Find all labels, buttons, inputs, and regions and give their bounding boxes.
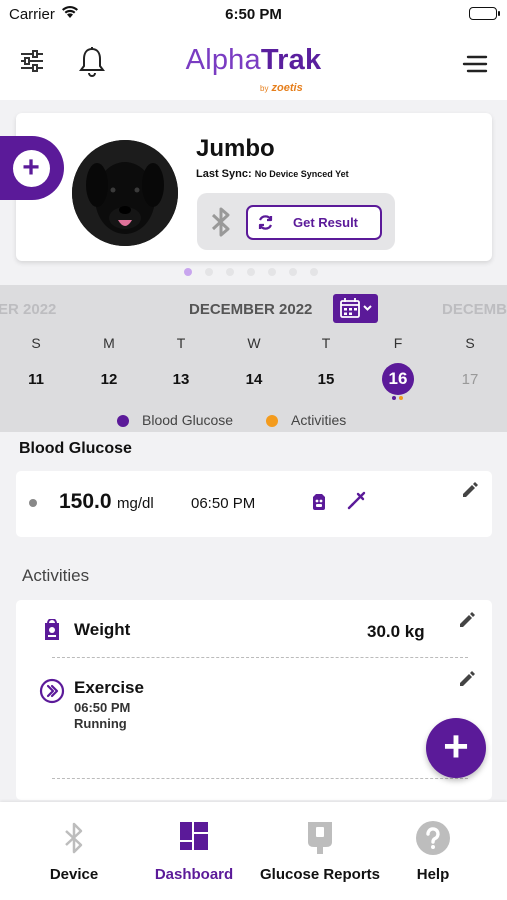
pager-dot-active[interactable] <box>184 268 192 276</box>
prev-month-label[interactable]: ER 2022 <box>0 301 56 318</box>
last-sync-value: No Device Synced Yet <box>254 169 349 179</box>
activities-heading: Activities <box>22 566 90 585</box>
glucose-value: 150.0 <box>59 490 112 513</box>
pager-dot[interactable] <box>205 268 213 276</box>
weekday-label: F <box>393 335 403 351</box>
edit-icon[interactable] <box>460 480 480 505</box>
glucose-meter-icon <box>304 820 336 861</box>
blood-glucose-heading: Blood Glucose <box>19 440 132 457</box>
menu-icon[interactable] <box>462 54 488 79</box>
brand-trak: Trak <box>260 44 322 76</box>
pet-avatar[interactable] <box>72 140 178 246</box>
exercise-type: Running <box>74 716 127 731</box>
weekday-label: W <box>247 335 261 351</box>
brand-sub: by zoetis <box>260 82 303 94</box>
calendar-day[interactable]: 13 <box>166 371 196 388</box>
calendar-day[interactable]: 12 <box>94 371 124 388</box>
bluetooth-icon <box>62 820 86 861</box>
tab-bar: Device Dashboard Glucose Reports Help <box>0 802 507 900</box>
calendar-day[interactable]: 17 <box>455 371 485 388</box>
get-result-label: Get Result <box>293 215 359 230</box>
calendar-day-selected[interactable]: 16 <box>382 363 414 395</box>
help-icon <box>415 820 451 861</box>
weekday-label: S <box>465 335 475 351</box>
add-pet-button[interactable]: + <box>0 136 64 200</box>
weekday-label: S <box>31 335 41 351</box>
pager-dot[interactable] <box>289 268 297 276</box>
plus-icon: + <box>12 149 50 187</box>
divider <box>52 778 468 779</box>
weight-value: 30.0 kg <box>367 622 425 641</box>
weight-icon <box>40 618 64 648</box>
blood-glucose-entry[interactable]: 150.0 mg/dl 06:50 PM <box>16 471 492 537</box>
brand-by: by <box>260 84 269 93</box>
pager-dot[interactable] <box>268 268 276 276</box>
pager-dot[interactable] <box>226 268 234 276</box>
glucose-time: 06:50 PM <box>191 495 256 512</box>
pet-pager[interactable] <box>184 268 318 276</box>
last-sync-label: Last Sync: <box>196 168 252 180</box>
weekday-label: M <box>103 335 115 351</box>
last-sync: Last Sync: No Device Synced Yet <box>196 168 349 180</box>
divider <box>52 657 468 658</box>
glucose-unit: mg/dl <box>117 495 154 512</box>
calendar-picker-button[interactable] <box>333 294 378 323</box>
get-result-button[interactable]: Get Result <box>246 205 382 240</box>
exercise-label: Exercise <box>74 678 144 697</box>
calendar-day[interactable]: 14 <box>239 371 269 388</box>
pager-dot[interactable] <box>310 268 318 276</box>
exercise-time: 06:50 PM <box>74 700 131 715</box>
next-month-label[interactable]: DECEMB <box>442 301 507 318</box>
calendar-day[interactable]: 15 <box>311 371 341 388</box>
edit-icon[interactable] <box>457 610 477 635</box>
pager-dot[interactable] <box>247 268 255 276</box>
day-event-dots <box>392 396 403 400</box>
status-dot <box>29 499 37 507</box>
tab-label: Device <box>49 866 99 883</box>
pet-monitor-icon <box>310 492 328 517</box>
refresh-icon <box>257 214 274 234</box>
syringe-icon <box>346 491 366 516</box>
brand-alpha: Alpha <box>185 44 261 76</box>
activities-card: Weight 30.0 kg Exercise 06:50 PM Running <box>16 600 492 800</box>
battery-icon <box>469 7 500 20</box>
current-month: DECEMBER 2022 <box>189 301 313 318</box>
clock: 6:50 PM <box>225 6 282 23</box>
tab-label: Dashboard <box>154 866 234 883</box>
tab-label: Glucose Reports <box>259 866 381 883</box>
dashboard-icon <box>178 820 210 857</box>
status-bar: Carrier 6:50 PM <box>0 0 507 30</box>
calendar-strip: ER 2022 DECEMBER 2022 DECEMB S M T W T F… <box>0 285 507 432</box>
calendar-day[interactable]: 11 <box>21 371 51 388</box>
legend-label: Blood Glucose <box>142 412 234 428</box>
brand-logo: AlphaTrak <box>0 44 507 77</box>
legend-label: Activities <box>291 412 347 428</box>
pet-name: Jumbo <box>196 135 275 162</box>
brand-sub-name: zoetis <box>271 82 303 94</box>
bluetooth-icon[interactable] <box>208 206 234 243</box>
exercise-icon <box>39 678 65 709</box>
edit-icon[interactable] <box>457 669 477 694</box>
weight-label: Weight <box>74 620 131 639</box>
weekday-label: T <box>321 335 331 351</box>
weekday-label: T <box>176 335 186 351</box>
tab-label: Help <box>416 866 450 883</box>
app-header: AlphaTrak by zoetis <box>0 30 507 100</box>
add-entry-button[interactable]: + <box>426 718 486 778</box>
